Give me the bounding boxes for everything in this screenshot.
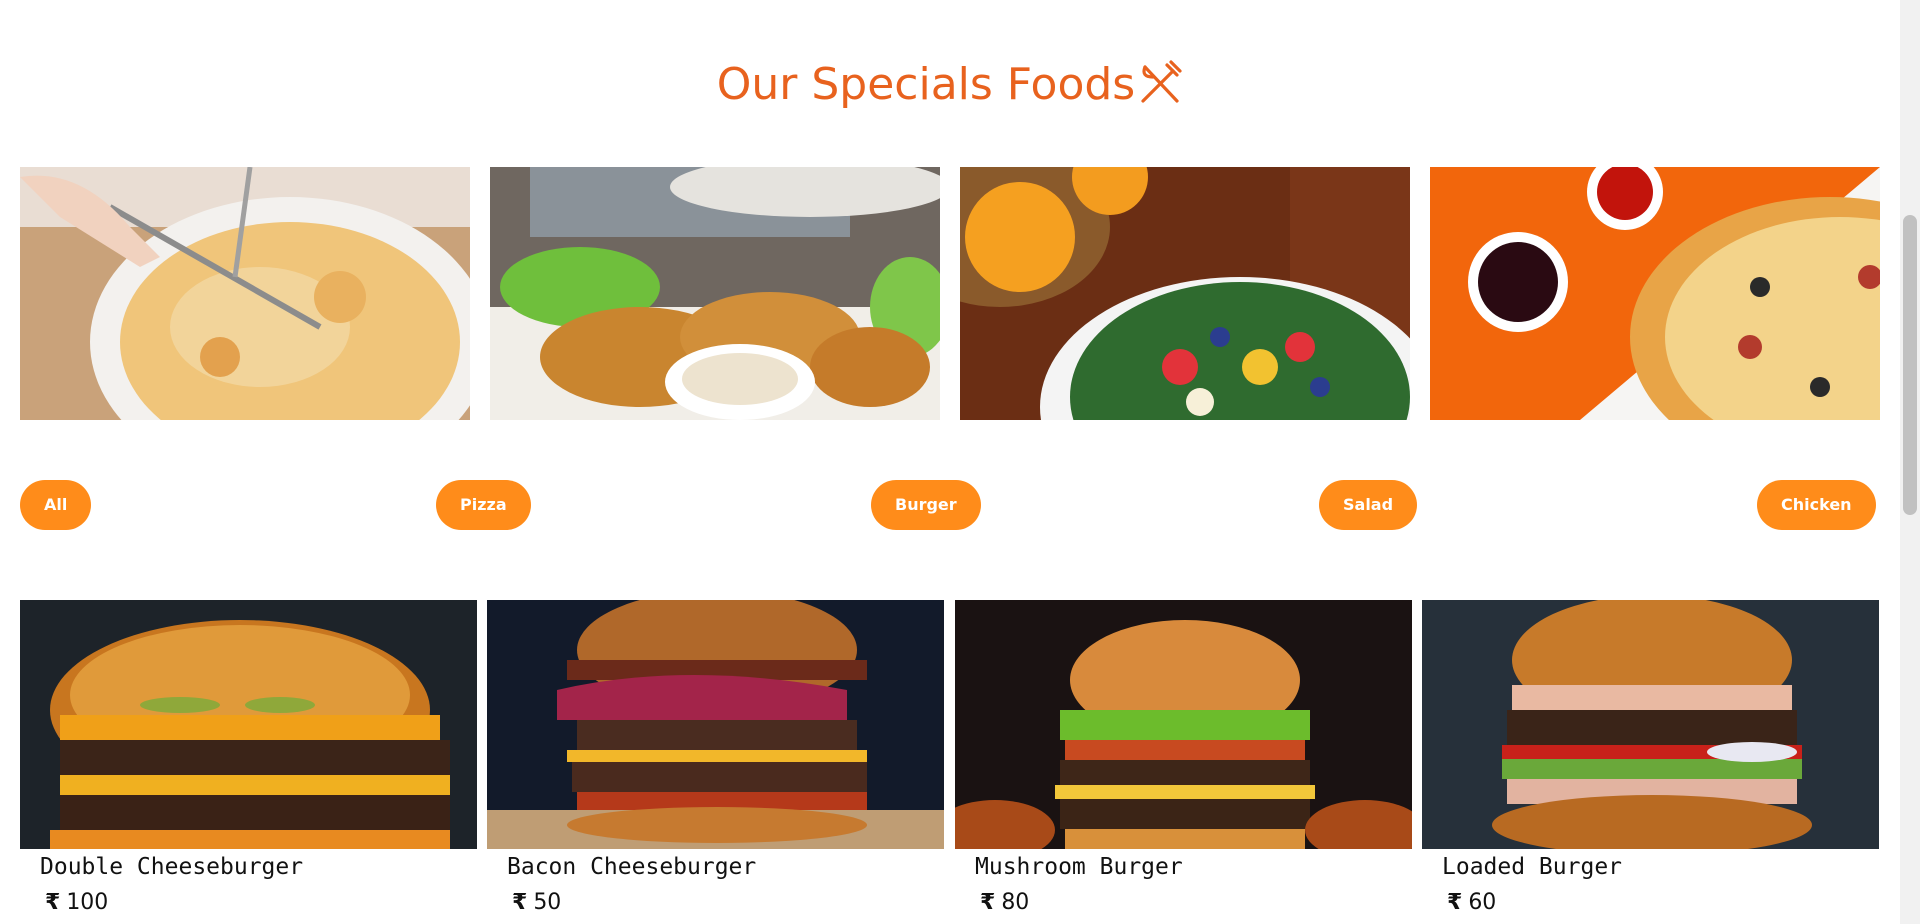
product-price: ₹60 [1447,890,1496,915]
gallery-image-salad [960,167,1410,420]
gallery-image-pizza [20,167,470,420]
section-title-text: Our Specials Foods [716,59,1136,110]
filter-salad-button[interactable]: Salad [1319,480,1418,530]
product-price-value: 50 [533,890,562,915]
product-image [955,600,1412,849]
gallery-image-pizza-sauce [1430,167,1880,420]
product-name: Bacon Cheeseburger [507,854,757,880]
rupee-icon: ₹ [980,890,996,915]
rupee-icon: ₹ [1447,890,1463,915]
product-grid: Double Cheeseburger ₹100 Bacon Cheesebur… [20,600,1880,924]
product-name: Double Cheeseburger [40,854,304,880]
product-name: Loaded Burger [1442,854,1623,880]
category-filters: All Pizza Burger Salad Chicken [20,480,1880,530]
product-card[interactable]: Mushroom Burger ₹80 [955,600,1412,924]
rupee-icon: ₹ [45,890,61,915]
product-price-value: 100 [66,890,109,915]
food-gallery [20,167,1880,420]
fork-knife-icon [1137,59,1183,105]
page-scrollbar[interactable] [1900,0,1920,924]
rupee-icon: ₹ [512,890,528,915]
gallery-image-chicken [490,167,940,420]
filter-all-button[interactable]: All [20,480,92,530]
page: Our Specials Foods All Pizza Burger Sala… [0,0,1920,924]
filter-pizza-button[interactable]: Pizza [436,480,531,530]
product-name: Mushroom Burger [975,854,1183,880]
filter-burger-button[interactable]: Burger [871,480,981,530]
product-price: ₹100 [45,890,108,915]
product-card[interactable]: Double Cheeseburger ₹100 [20,600,477,924]
scrollbar-thumb[interactable] [1903,215,1917,515]
product-price-value: 60 [1468,890,1497,915]
product-card[interactable]: Bacon Cheeseburger ₹50 [487,600,944,924]
product-image [20,600,477,849]
product-price: ₹80 [980,890,1029,915]
product-card[interactable]: Loaded Burger ₹60 [1422,600,1879,924]
filter-chicken-button[interactable]: Chicken [1757,480,1876,530]
product-price: ₹50 [512,890,561,915]
product-image [487,600,944,849]
product-image [1422,600,1879,849]
product-price-value: 80 [1001,890,1030,915]
section-title: Our Specials Foods [0,55,1900,115]
